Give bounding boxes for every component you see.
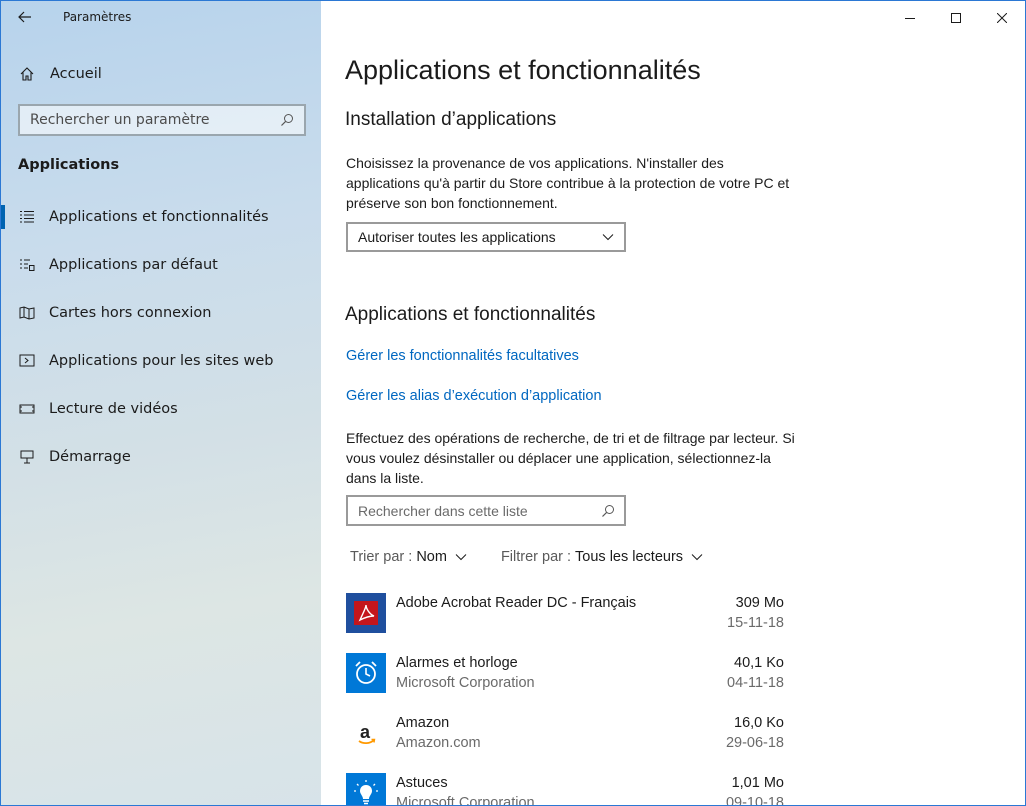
sidebar-item-apps-features[interactable]: Applications et fonctionnalités — [1, 193, 321, 241]
apps-list-description: Effectuez des opérations de recherche, d… — [346, 430, 795, 486]
home-label: Accueil — [50, 66, 102, 82]
sidebar-item-label: Cartes hors connexion — [49, 305, 212, 321]
app-list-item-adobe-acrobat[interactable]: Adobe Acrobat Reader DC - Français 309 M… — [345, 589, 785, 649]
page-title: Applications et fonctionnalités — [345, 55, 701, 85]
search-icon[interactable] — [280, 113, 294, 127]
settings-search-placeholder: Rechercher un paramètre — [30, 112, 210, 128]
app-name: Astuces — [396, 775, 448, 791]
filter-by-label: Filtrer par : — [500, 549, 572, 565]
app-size: 309 Mo — [735, 595, 784, 611]
app-name: Amazon — [396, 715, 450, 731]
app-publisher: Microsoft Corporation — [396, 675, 535, 691]
back-button[interactable] — [13, 6, 37, 28]
sidebar-item-label: Applications par défaut — [49, 257, 218, 273]
svg-text:a: a — [360, 722, 371, 742]
app-publisher: Amazon.com — [396, 735, 481, 751]
sidebar-section-title: Applications — [18, 157, 120, 173]
settings-search-input[interactable]: Rechercher un paramètre — [18, 104, 306, 136]
startup-icon — [18, 450, 36, 464]
sidebar-item-label: Applications et fonctionnalités — [49, 209, 269, 225]
app-list: Adobe Acrobat Reader DC - Français 309 M… — [345, 589, 785, 806]
app-list-item-alarms-clock[interactable]: Alarmes et horloge Microsoft Corporation… — [345, 649, 785, 709]
sort-filter-bar: Trier par : Nom Filtrer par : Tous les l… — [350, 549, 703, 565]
manage-app-execution-aliases-link[interactable]: Gérer les alias d’exécution d’applicatio… — [346, 388, 602, 404]
chevron-down-icon — [602, 233, 614, 241]
app-date: 09-10-18 — [725, 795, 784, 806]
sort-by-label: Trier par : — [350, 549, 413, 565]
sidebar-item-label: Lecture de vidéos — [49, 401, 178, 417]
apps-for-websites-icon — [18, 354, 36, 368]
app-date: 15-11-18 — [727, 615, 784, 631]
manage-optional-features-link[interactable]: Gérer les fonctionnalités facultatives — [346, 348, 579, 364]
back-arrow-icon — [18, 8, 32, 27]
app-source-dropdown-value: Autoriser toutes les applications — [358, 229, 556, 245]
app-list-search-placeholder: Rechercher dans cette liste — [358, 502, 528, 519]
sidebar-item-apps-for-websites[interactable]: Applications pour les sites web — [1, 337, 321, 385]
sidebar-item-video-playback[interactable]: Lecture de vidéos — [1, 385, 321, 433]
sidebar-nav: Applications et fonctionnalités Applicat… — [1, 193, 321, 481]
app-name: Adobe Acrobat Reader DC - Français — [396, 595, 637, 611]
app-date: 29-06-18 — [725, 735, 784, 751]
sidebar-item-offline-maps[interactable]: Cartes hors connexion — [1, 289, 321, 337]
app-size: 16,0 Ko — [734, 715, 784, 731]
filter-by-dropdown[interactable]: Filtrer par : Tous les lecteurs — [501, 549, 703, 565]
app-date: 04-11-18 — [727, 675, 784, 691]
apps-features-icon — [18, 210, 36, 224]
settings-window: Paramètres Accueil Rechercher un paramèt… — [0, 0, 1026, 806]
app-title: Paramètres — [63, 10, 132, 24]
main-content: Applications et fonctionnalités Installa… — [345, 1, 1005, 806]
app-name: Alarmes et horloge — [396, 655, 518, 671]
amazon-icon: a — [346, 713, 386, 753]
app-list-item-amazon[interactable]: a Amazon Amazon.com 16,0 Ko 29-06-18 — [345, 709, 785, 769]
app-list-search-input[interactable]: Rechercher dans cette liste — [346, 495, 626, 526]
app-source-dropdown[interactable]: Autoriser toutes les applications — [346, 222, 626, 252]
install-apps-description: Choisissez la provenance de vos applicat… — [346, 155, 790, 211]
home-icon — [19, 66, 35, 82]
apps-features-heading: Applications et fonctionnalités — [345, 304, 596, 325]
sidebar-item-default-apps[interactable]: Applications par défaut — [1, 241, 321, 289]
title-bar: Paramètres — [1, 1, 321, 33]
home-nav-item[interactable]: Accueil — [1, 57, 321, 91]
sort-by-dropdown[interactable]: Trier par : Nom — [350, 549, 467, 565]
sort-by-value: Nom — [416, 549, 447, 565]
default-apps-icon — [18, 258, 36, 272]
adobe-acrobat-icon — [346, 593, 386, 633]
chevron-down-icon — [691, 553, 703, 561]
sidebar-item-startup[interactable]: Démarrage — [1, 433, 321, 481]
tips-lightbulb-icon — [346, 773, 386, 805]
sidebar-item-label: Applications pour les sites web — [49, 353, 274, 369]
video-playback-icon — [18, 402, 36, 416]
install-apps-heading: Installation d’applications — [345, 109, 557, 130]
offline-maps-icon — [18, 306, 36, 320]
alarm-clock-icon — [346, 653, 386, 693]
filter-by-value: Tous les lecteurs — [575, 549, 684, 565]
sidebar-item-label: Démarrage — [49, 449, 131, 465]
app-list-item-tips[interactable]: Astuces Microsoft Corporation 1,01 Mo 09… — [345, 769, 785, 806]
sidebar: Paramètres Accueil Rechercher un paramèt… — [1, 1, 321, 805]
search-icon[interactable] — [601, 504, 615, 518]
app-size: 40,1 Ko — [734, 655, 784, 671]
app-publisher: Microsoft Corporation — [396, 795, 535, 806]
chevron-down-icon — [455, 553, 467, 561]
app-size: 1,01 Mo — [731, 775, 784, 791]
